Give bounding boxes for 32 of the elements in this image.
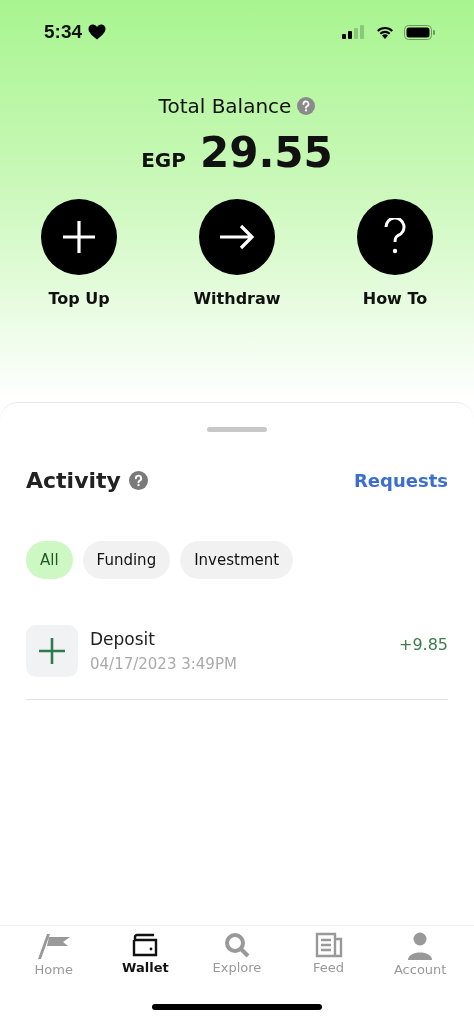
filter-chip[interactable]: Funding bbox=[82, 541, 171, 579]
transaction-amount: +9.85 bbox=[398, 635, 448, 654]
filter-chip[interactable]: Investment bbox=[180, 541, 294, 579]
tab-item[interactable]: Wallet bbox=[101, 932, 190, 992]
drag-handle[interactable] bbox=[207, 427, 267, 432]
filter-chip[interactable]: All bbox=[26, 541, 73, 579]
question-mark-icon bbox=[383, 218, 407, 256]
activity-title: Activity bbox=[26, 468, 121, 493]
balance-amount: 29.55 bbox=[199, 128, 333, 177]
action-label[interactable]: Withdraw bbox=[193, 289, 281, 308]
status-time: 5:34 bbox=[44, 21, 83, 43]
wallet-icon bbox=[132, 932, 159, 958]
flag-icon bbox=[35, 932, 72, 960]
action-label[interactable]: How To bbox=[362, 289, 428, 308]
balance-label: Total Balance bbox=[158, 94, 292, 118]
arrow-right-icon bbox=[219, 224, 255, 250]
requests-link[interactable]: Requests bbox=[354, 470, 448, 491]
newspaper-icon bbox=[314, 932, 343, 958]
help-icon[interactable] bbox=[128, 471, 148, 490]
plus-icon bbox=[61, 219, 97, 255]
search-icon bbox=[224, 932, 250, 958]
heart-icon bbox=[88, 24, 107, 40]
wifi-icon bbox=[375, 24, 395, 40]
signal-icon bbox=[342, 25, 366, 39]
action-label[interactable]: Top Up bbox=[48, 289, 110, 308]
currency-code: EGP bbox=[141, 148, 186, 172]
battery-icon bbox=[404, 24, 436, 40]
transaction-title: Deposit bbox=[90, 629, 156, 649]
plus-icon bbox=[26, 625, 78, 677]
help-icon[interactable] bbox=[297, 97, 316, 115]
transaction-date: 04/17/2023 3:49PM bbox=[90, 655, 238, 673]
person-icon bbox=[407, 932, 434, 960]
